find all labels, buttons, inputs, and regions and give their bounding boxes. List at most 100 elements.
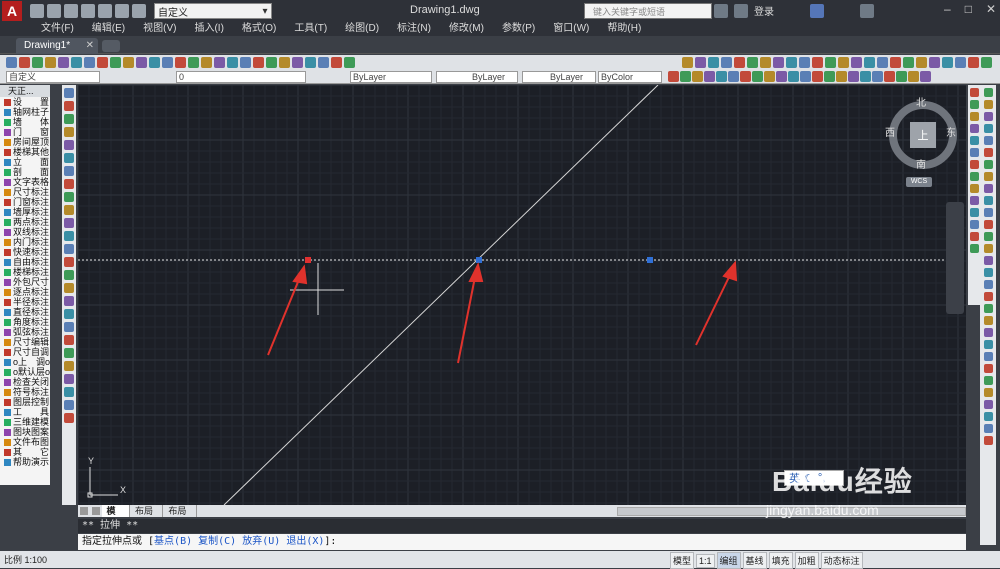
- toolbar-tool-icon[interactable]: [734, 57, 745, 68]
- palette-item[interactable]: 楼梯其他: [0, 147, 50, 157]
- navigation-bar[interactable]: [946, 202, 964, 314]
- toolbar-tool-icon[interactable]: [279, 57, 290, 68]
- toolbar-tool-icon[interactable]: [305, 57, 316, 68]
- toolbar-tool-icon[interactable]: [19, 57, 30, 68]
- menu-modify[interactable]: 修改(M): [440, 22, 493, 36]
- toolbar-tool-icon[interactable]: [877, 57, 888, 68]
- palette-item[interactable]: 立 面: [0, 157, 50, 167]
- toolbar-tool-icon[interactable]: [682, 57, 693, 68]
- toolbar-tool-icon[interactable]: [84, 57, 95, 68]
- menu-draw[interactable]: 绘图(D): [336, 22, 388, 36]
- palette-item[interactable]: 文字表格: [0, 177, 50, 187]
- menu-parameter[interactable]: 参数(P): [493, 22, 544, 36]
- palette-item[interactable]: 楼梯标注: [0, 267, 50, 277]
- palette-item[interactable]: 检查关闭: [0, 377, 50, 387]
- viewcube[interactable]: 北 南 东 西 上: [882, 94, 964, 176]
- toolbar-tool-icon[interactable]: [969, 232, 979, 241]
- close-icon[interactable]: ✕: [986, 2, 996, 16]
- palette-item[interactable]: 外包尺寸: [0, 277, 50, 287]
- palette-item[interactable]: 剖 面: [0, 167, 50, 177]
- toolbar-tool-icon[interactable]: [890, 57, 901, 68]
- toolbar-tool-icon[interactable]: [760, 57, 771, 68]
- compass-west[interactable]: 西: [885, 124, 895, 139]
- tab-drawing1[interactable]: Drawing1* ✕: [16, 38, 98, 54]
- toolbar-tool-icon[interactable]: [64, 140, 74, 150]
- toolbar-tool-icon[interactable]: [864, 57, 875, 68]
- palette-item[interactable]: 尺寸编辑: [0, 337, 50, 347]
- tab-layout1[interactable]: 布局1: [130, 505, 164, 528]
- palette-item[interactable]: 墙 体: [0, 117, 50, 127]
- layer-select[interactable]: 0: [176, 71, 306, 83]
- toolbar-tool-icon[interactable]: [708, 57, 719, 68]
- toolbar-tool-icon[interactable]: [64, 244, 74, 254]
- toolbar-tool-icon[interactable]: [752, 71, 763, 82]
- help-icon[interactable]: [860, 3, 874, 18]
- toolbar-tool-icon[interactable]: [983, 352, 993, 361]
- palette-item[interactable]: 直径标注: [0, 307, 50, 317]
- toolbar-tool-icon[interactable]: [800, 71, 811, 82]
- toolbar-tool-icon[interactable]: [64, 413, 74, 423]
- toolbar-tool-icon[interactable]: [838, 57, 849, 68]
- toolbar-tool-icon[interactable]: [983, 424, 993, 433]
- binoculars-icon[interactable]: [714, 3, 728, 18]
- menu-window[interactable]: 窗口(W): [544, 22, 598, 36]
- toolbar-tool-icon[interactable]: [983, 280, 993, 289]
- toolbar-tool-icon[interactable]: [64, 127, 74, 137]
- toolbar-tool-icon[interactable]: [824, 71, 835, 82]
- toolbar-tool-icon[interactable]: [110, 57, 121, 68]
- toolbar-tool-icon[interactable]: [983, 208, 993, 217]
- toolbar-tool-icon[interactable]: [983, 364, 993, 373]
- toolbar-tool-icon[interactable]: [969, 172, 979, 181]
- palette-item[interactable]: 双线标注: [0, 227, 50, 237]
- toolbar-tool-icon[interactable]: [903, 57, 914, 68]
- toolbar-tool-icon[interactable]: [983, 124, 993, 133]
- toolbar-tool-icon[interactable]: [983, 184, 993, 193]
- toolbar-tool-icon[interactable]: [799, 57, 810, 68]
- linetype-select[interactable]: ByLayer: [436, 71, 518, 83]
- toolbar-tool-icon[interactable]: [201, 57, 212, 68]
- toolbar-tool-icon[interactable]: [812, 71, 823, 82]
- toolbar-tool-icon[interactable]: [64, 387, 74, 397]
- toolbar-tool-icon[interactable]: [969, 244, 979, 253]
- compass-east[interactable]: 东: [946, 124, 956, 139]
- toolbar-tool-icon[interactable]: [331, 57, 342, 68]
- menu-view[interactable]: 视图(V): [134, 22, 185, 36]
- toolbar-tool-icon[interactable]: [983, 268, 993, 277]
- toolbar-tool-icon[interactable]: [64, 231, 74, 241]
- toolbar-tool-icon[interactable]: [64, 348, 74, 358]
- new-tab-button[interactable]: [102, 40, 120, 52]
- lineweight-select[interactable]: ByLayer: [522, 71, 596, 83]
- toolbar-tool-icon[interactable]: [929, 57, 940, 68]
- minimize-icon[interactable]: –: [944, 2, 951, 16]
- toolbar-tool-icon[interactable]: [981, 57, 992, 68]
- toolbar-tool-icon[interactable]: [983, 400, 993, 409]
- palette-item[interactable]: 尺寸标注: [0, 187, 50, 197]
- toolbar-tool-icon[interactable]: [983, 172, 993, 181]
- toolbar-tool-icon[interactable]: [292, 57, 303, 68]
- toolbar-tool-icon[interactable]: [969, 196, 979, 205]
- tab-model[interactable]: 模型: [101, 505, 131, 528]
- compass-south[interactable]: 南: [916, 156, 926, 171]
- toolbar-tool-icon[interactable]: [968, 57, 979, 68]
- prev-tab-icon[interactable]: [80, 507, 88, 515]
- palette-item[interactable]: 设 置: [0, 97, 50, 107]
- toolbar-tool-icon[interactable]: [64, 335, 74, 345]
- search-input[interactable]: 键入关键字或短语: [584, 3, 712, 19]
- palette-item[interactable]: 墙厚标注: [0, 207, 50, 217]
- toolbar-tool-icon[interactable]: [704, 71, 715, 82]
- diagonal-line[interactable]: [223, 85, 659, 505]
- palette-item[interactable]: 弧弦标注: [0, 327, 50, 337]
- toolbar-tool-icon[interactable]: [680, 71, 691, 82]
- toolbar-tool-icon[interactable]: [692, 71, 703, 82]
- toolbar-tool-icon[interactable]: [969, 88, 979, 97]
- status-dynamic-dim[interactable]: 动态标注: [820, 552, 863, 569]
- palette-item[interactable]: 自由标注: [0, 257, 50, 267]
- toolbar-tool-icon[interactable]: [740, 71, 751, 82]
- toolbar-tool-icon[interactable]: [851, 57, 862, 68]
- toolbar-tool-icon[interactable]: [983, 88, 993, 97]
- palette-item[interactable]: 快速标注: [0, 247, 50, 257]
- toolbar-tool-icon[interactable]: [64, 153, 74, 163]
- toolbar-tool-icon[interactable]: [45, 57, 56, 68]
- status-model[interactable]: 模型: [670, 552, 695, 569]
- toolbar-tool-icon[interactable]: [908, 71, 919, 82]
